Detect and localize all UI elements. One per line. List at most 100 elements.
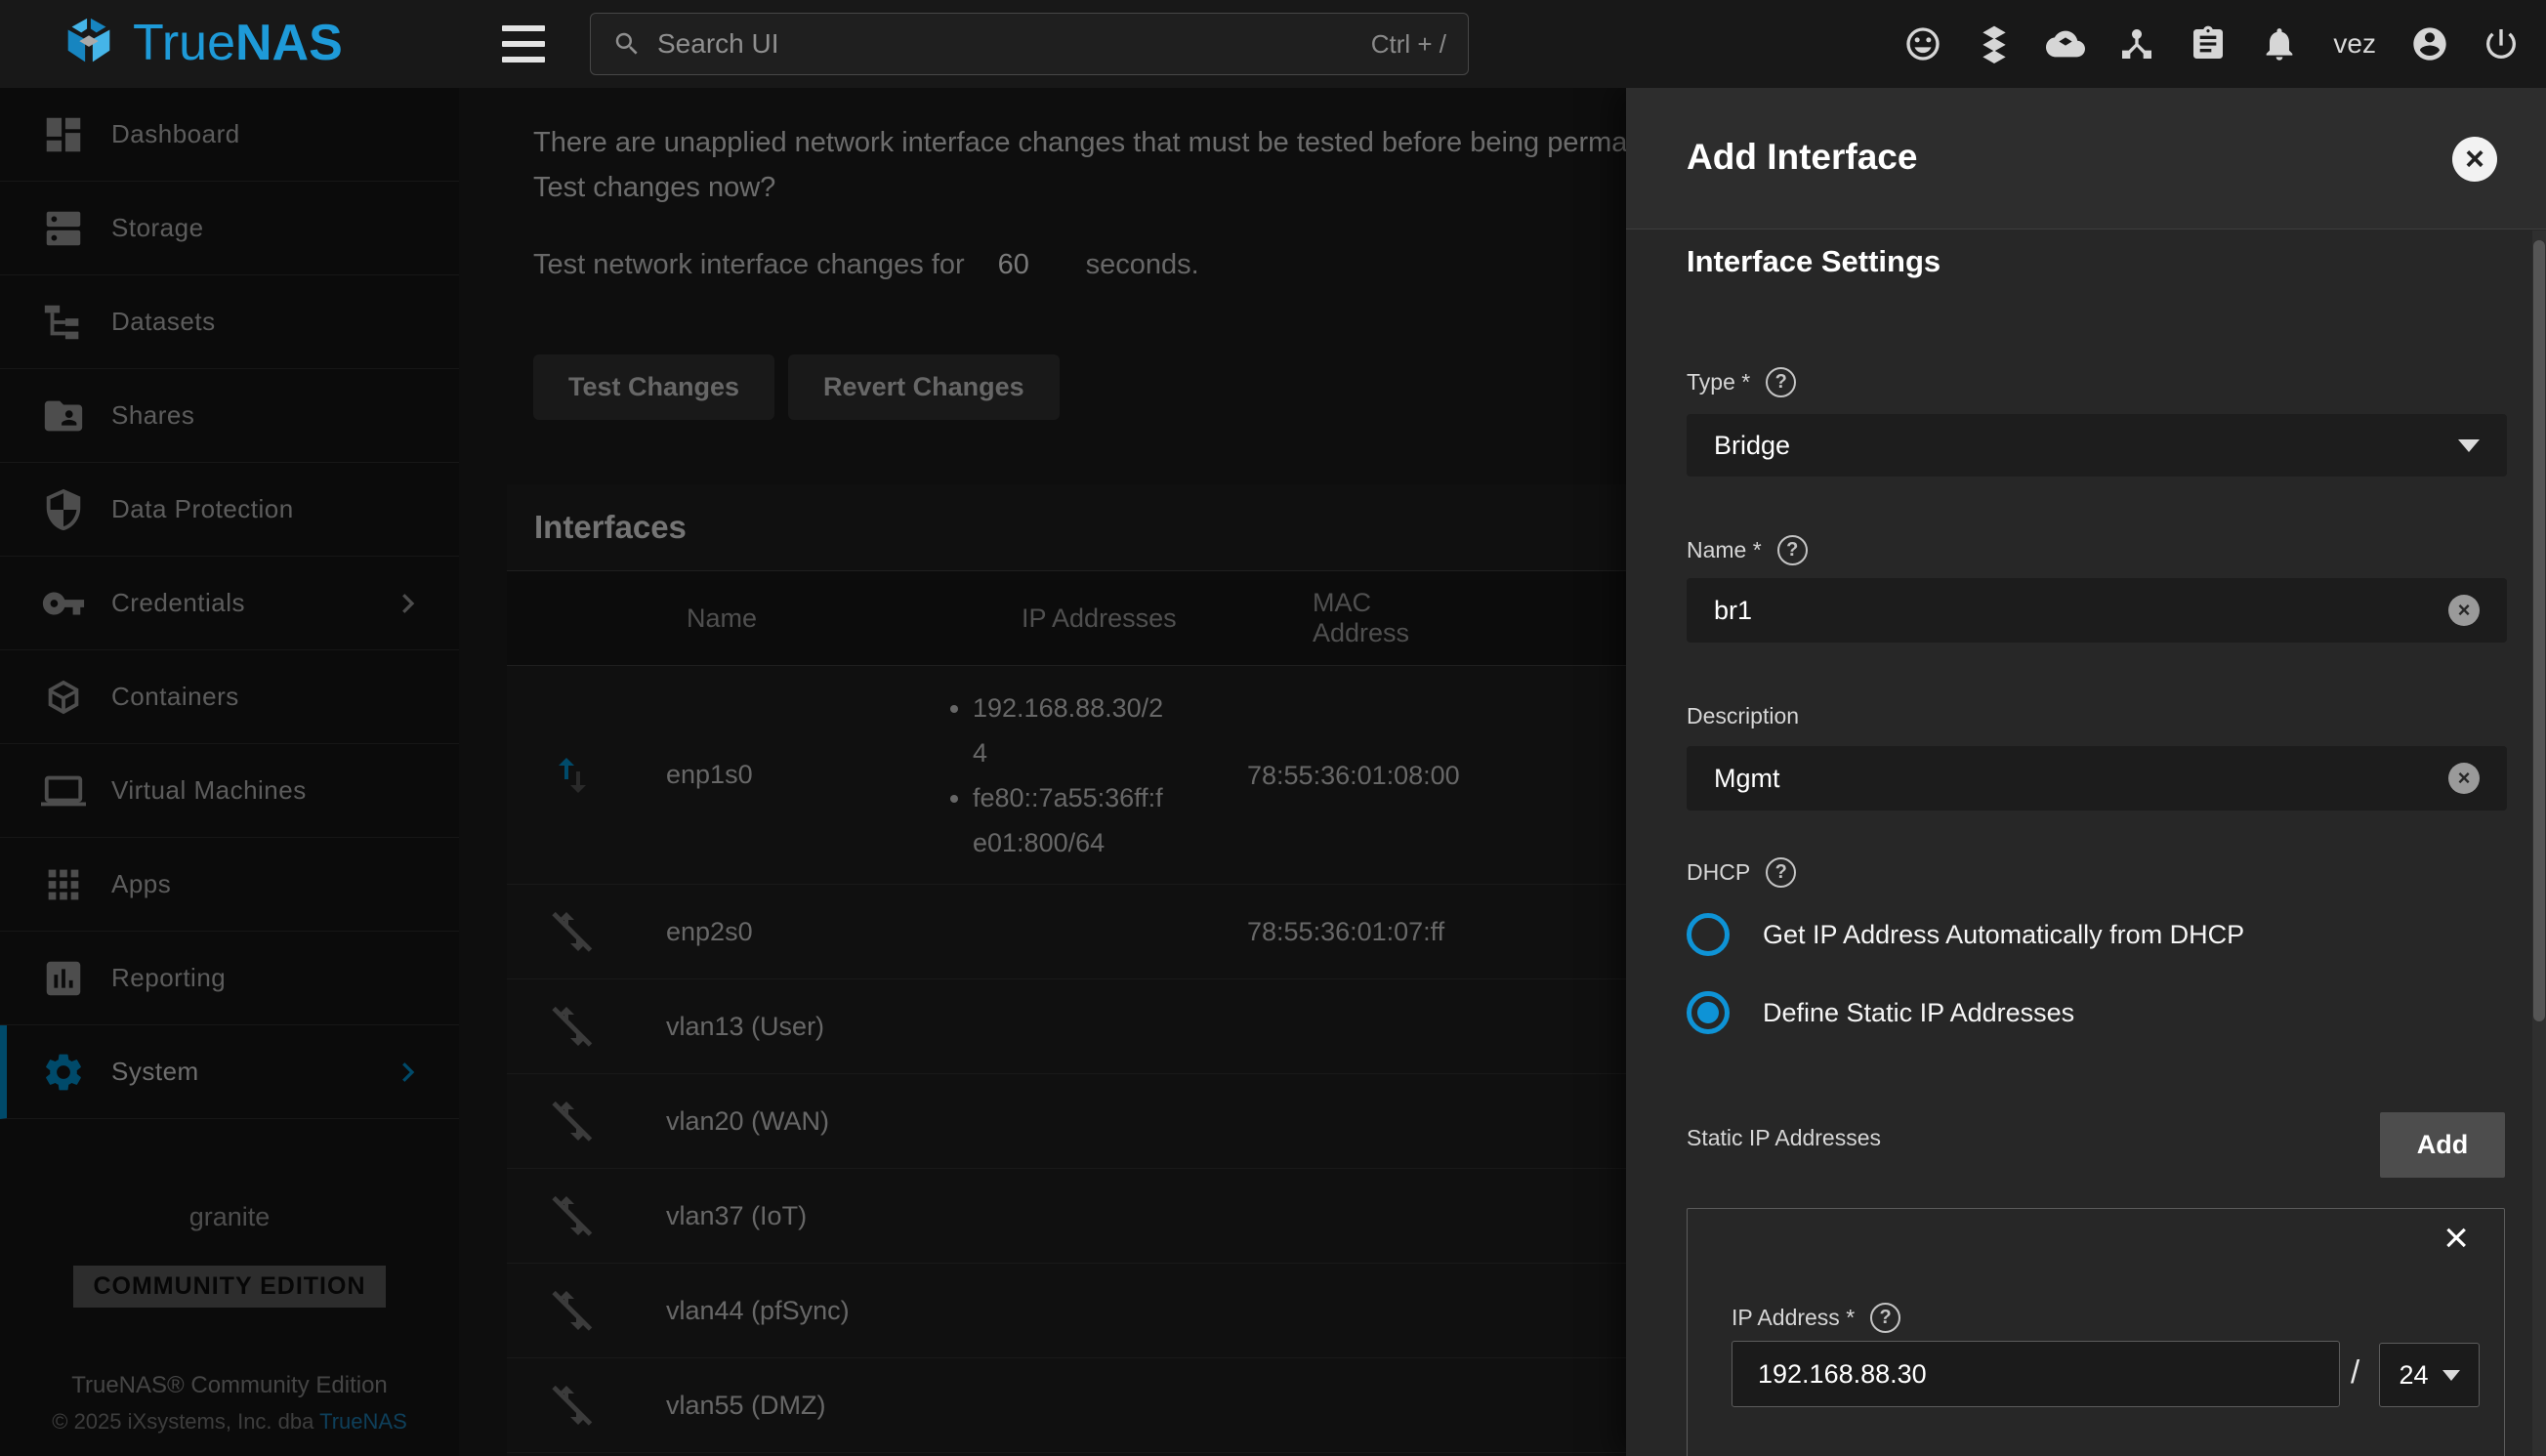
sidebar-footer: granite COMMUNITY EDITION TrueNAS® Commu… [0, 1202, 459, 1456]
product-name: TrueNAS® Community Edition [0, 1372, 459, 1399]
dhcp-label: DHCP ? [1687, 857, 1796, 888]
clear-icon[interactable]: × [2448, 595, 2480, 626]
edition-badge: COMMUNITY EDITION [73, 1266, 385, 1308]
sidebar-item-shares[interactable]: Shares [0, 369, 459, 463]
topbar-actions: vez [1903, 0, 2521, 88]
test-changes-button[interactable]: Test Changes [533, 354, 774, 420]
radio-selected-icon [1687, 991, 1730, 1034]
disconnected-icon [549, 908, 596, 955]
section-interface-settings: Interface Settings [1687, 244, 1941, 279]
name-field[interactable]: br1 × [1687, 578, 2507, 643]
hostname-indicator[interactable]: vez [2331, 28, 2378, 60]
help-icon[interactable]: ? [1766, 857, 1796, 888]
revert-changes-button[interactable]: Revert Changes [788, 354, 1060, 420]
search-placeholder: Search UI [657, 28, 1371, 60]
menu-toggle-icon[interactable] [502, 25, 545, 62]
search-input[interactable]: Search UI Ctrl + / [590, 13, 1469, 75]
interface-name: vlan20 (WAN) [638, 1106, 947, 1137]
disconnected-icon [549, 1098, 596, 1144]
laptop-icon [41, 769, 86, 813]
name-label: Name * ? [1687, 535, 1808, 565]
description-field[interactable]: Mgmt × [1687, 746, 2507, 811]
help-icon[interactable]: ? [1777, 535, 1808, 565]
interface-name: vlan44 (pfSync) [638, 1296, 947, 1326]
traffic-updown-icon [549, 752, 596, 799]
mac-address: 78:55:36:01:08:00 [1247, 753, 1472, 798]
clear-icon[interactable]: × [2448, 763, 2480, 794]
brand-text: TrueNAS [133, 14, 343, 72]
apps-grid-icon [41, 862, 86, 907]
truecommand-icon[interactable] [1975, 24, 2014, 63]
sidebar-item-data-protection[interactable]: Data Protection [0, 463, 459, 557]
copyright: © 2025 iXsystems, Inc. dba TrueNAS [0, 1409, 459, 1435]
remove-entry-icon[interactable]: × [2443, 1217, 2469, 1260]
type-label: Type * ? [1687, 367, 1796, 397]
datasets-icon [41, 300, 86, 345]
power-icon[interactable] [2482, 24, 2521, 63]
panel-title: Add Interface [1687, 137, 1917, 178]
unapplied-changes-alert: There are unapplied network interface ch… [533, 127, 1659, 159]
radio-static[interactable]: Define Static IP Addresses [1687, 991, 2074, 1034]
dashboard-icon [41, 112, 86, 157]
truenas-link[interactable]: TrueNAS [319, 1409, 407, 1434]
sidebar-item-datasets[interactable]: Datasets [0, 275, 459, 369]
truenas-app: TrueNAS Search UI Ctrl + / [0, 0, 2546, 1456]
interface-name: vlan37 (IoT) [638, 1201, 947, 1231]
sidebar-item-apps[interactable]: Apps [0, 838, 459, 932]
chevron-down-icon [2458, 439, 2480, 452]
description-label: Description [1687, 703, 1799, 729]
disconnected-icon [549, 1003, 596, 1050]
help-icon[interactable]: ? [1870, 1303, 1900, 1333]
close-icon[interactable]: × [2452, 137, 2497, 182]
chevron-right-icon [393, 1058, 422, 1087]
panel-scrollbar[interactable] [2532, 230, 2546, 1456]
disconnected-icon [549, 1192, 596, 1239]
jobs-clipboard-icon[interactable] [2189, 24, 2228, 63]
search-shortcut: Ctrl + / [1371, 29, 1446, 60]
sidebar-item-system[interactable]: System [0, 1025, 459, 1119]
help-icon[interactable]: ? [1766, 367, 1796, 397]
scrollbar-thumb[interactable] [2533, 240, 2545, 1021]
radio-unselected-icon [1687, 913, 1730, 956]
sidebar-nav: Dashboard Storage Datasets Shares Data P… [0, 88, 459, 1456]
sidebar-item-credentials[interactable]: Credentials [0, 557, 459, 650]
gear-icon [41, 1050, 86, 1095]
storage-icon [41, 206, 86, 251]
column-header-ip[interactable]: IP Addresses [947, 603, 1247, 634]
ip-list: 192.168.88.30/24 fe80::7a55:36ff:fe01:80… [947, 686, 1168, 865]
bar-chart-icon [41, 956, 86, 1001]
interface-name: enp1s0 [638, 760, 947, 790]
sidebar-item-containers[interactable]: Containers [0, 650, 459, 744]
topology-icon[interactable] [2117, 24, 2156, 63]
static-ip-entry: × IP Address * ? 192.168.88.30 / 24 [1687, 1208, 2505, 1456]
add-interface-panel: Add Interface × Interface Settings Type … [1626, 88, 2546, 1456]
radio-dhcp[interactable]: Get IP Address Automatically from DHCP [1687, 913, 2244, 956]
sidebar-item-virtual-machines[interactable]: Virtual Machines [0, 744, 459, 838]
top-bar: TrueNAS Search UI Ctrl + / [0, 0, 2546, 88]
add-static-ip-button[interactable]: Add [2380, 1112, 2505, 1178]
sidebar-item-storage[interactable]: Storage [0, 182, 459, 275]
key-icon [41, 581, 86, 626]
chevron-right-icon [393, 589, 422, 618]
panel-header: Add Interface × [1626, 88, 2546, 229]
shield-icon [41, 487, 86, 532]
test-changes-question: Test changes now? [533, 172, 775, 204]
column-header-name[interactable]: Name [638, 603, 947, 634]
alerts-bell-icon[interactable] [2260, 24, 2299, 63]
seconds-input[interactable]: 60 [998, 249, 1043, 281]
shares-icon [41, 394, 86, 438]
interface-name: vlan13 (User) [638, 1012, 947, 1042]
truenas-logo-icon [59, 13, 119, 73]
sidebar-item-dashboard[interactable]: Dashboard [0, 88, 459, 182]
interface-name: enp2s0 [638, 917, 947, 947]
sidebar-item-reporting[interactable]: Reporting [0, 932, 459, 1025]
ip-address-field[interactable]: 192.168.88.30 [1732, 1341, 2340, 1407]
truenas-logo[interactable]: TrueNAS [59, 13, 343, 73]
cloud-icon[interactable] [2046, 24, 2085, 63]
column-header-mac[interactable]: MAC Address [1247, 588, 1472, 648]
system-hostname: granite [0, 1202, 459, 1232]
feedback-icon[interactable] [1903, 24, 1942, 63]
type-select[interactable]: Bridge [1687, 414, 2507, 477]
user-account-icon[interactable] [2410, 24, 2449, 63]
cidr-select[interactable]: 24 [2379, 1343, 2480, 1407]
